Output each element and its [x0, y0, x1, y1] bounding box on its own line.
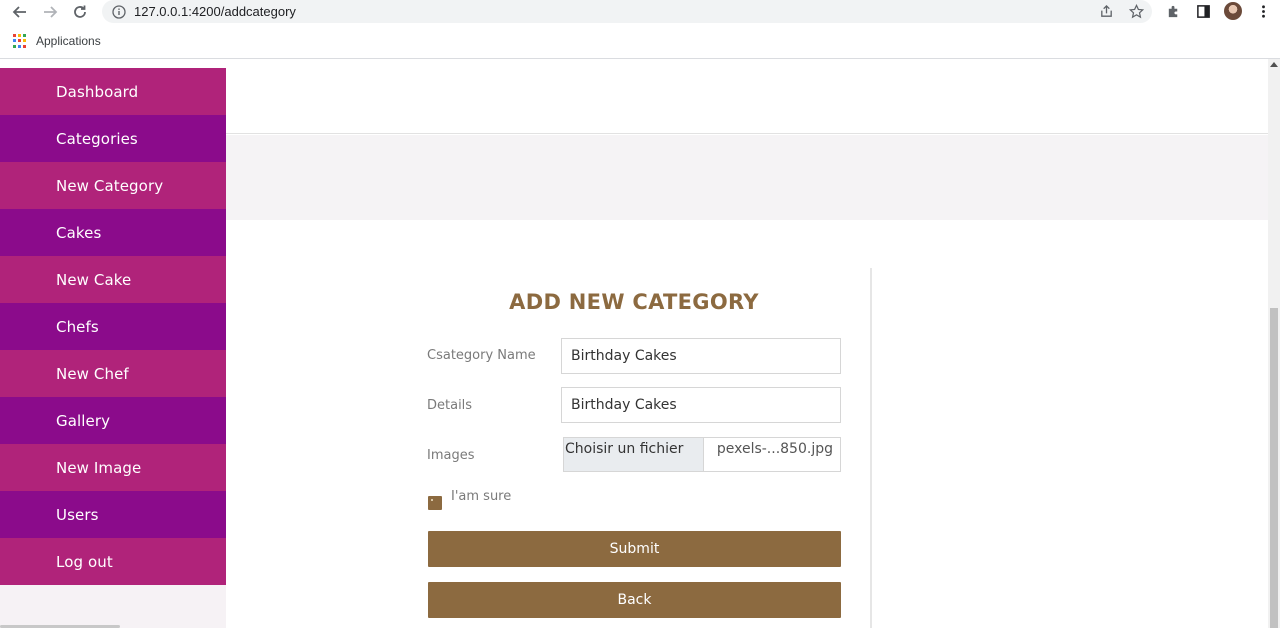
address-bar[interactable]: 127.0.0.1:4200/addcategory: [102, 0, 1152, 23]
sidepanel-icon[interactable]: [1194, 2, 1212, 20]
share-icon[interactable]: [1098, 3, 1114, 19]
bookmarks-bar: Applications: [0, 30, 1280, 52]
scroll-up-arrow-icon[interactable]: [1270, 62, 1278, 67]
more-vertical-icon[interactable]: [1254, 2, 1272, 20]
sidebar-background: [0, 585, 226, 628]
submit-button[interactable]: Submit: [428, 531, 841, 567]
info-icon[interactable]: [112, 4, 126, 19]
confirm-checkbox-label[interactable]: I'am sure: [451, 489, 511, 504]
puzzle-icon[interactable]: [1164, 2, 1182, 20]
images-label: Images: [427, 448, 475, 463]
add-category-form: ADD NEW CATEGORY Csategory Name Birthday…: [409, 268, 872, 628]
choose-file-button[interactable]: Choisir un fichier: [564, 438, 704, 471]
sidebar-item-new-cake[interactable]: New Cake: [0, 256, 226, 303]
sidebar-item-users[interactable]: Users: [0, 491, 226, 538]
sidebar-item-new-category[interactable]: New Category: [0, 162, 226, 209]
arrow-left-icon[interactable]: [10, 2, 30, 22]
sidebar-item-dashboard[interactable]: Dashboard: [0, 68, 226, 115]
avatar[interactable]: [1224, 2, 1242, 20]
sidebar-item-log-out[interactable]: Log out: [0, 538, 226, 585]
sidebar-item-chefs[interactable]: Chefs: [0, 303, 226, 350]
back-button[interactable]: Back: [428, 582, 841, 618]
scroll-thumb[interactable]: [1270, 308, 1278, 628]
sidebar-item-cakes[interactable]: Cakes: [0, 209, 226, 256]
page-scrollbar[interactable]: [1268, 59, 1280, 628]
star-icon[interactable]: [1128, 3, 1144, 19]
apps-grid-icon[interactable]: [13, 34, 27, 48]
url-text[interactable]: 127.0.0.1:4200/addcategory: [134, 4, 296, 19]
details-label: Details: [427, 398, 473, 413]
form-title: ADD NEW CATEGORY: [509, 290, 759, 314]
image-file-input[interactable]: Choisir un fichier pexels-...850.jpg: [563, 437, 841, 472]
sidebar: Dashboard Categories New Category Cakes …: [0, 68, 226, 585]
browser-toolbar: 127.0.0.1:4200/addcategory: [0, 0, 1280, 24]
sidebar-item-gallery[interactable]: Gallery: [0, 397, 226, 444]
reload-icon[interactable]: [70, 2, 90, 22]
sidebar-item-new-chef[interactable]: New Chef: [0, 350, 226, 397]
category-name-input[interactable]: Birthday Cakes: [561, 338, 841, 374]
category-name-label: Csategory Name: [427, 348, 536, 363]
sidebar-item-new-image[interactable]: New Image: [0, 444, 226, 491]
details-input[interactable]: Birthday Cakes: [561, 387, 841, 423]
page-header: [226, 59, 1268, 134]
page-band: [226, 135, 1268, 220]
confirm-checkbox[interactable]: [428, 496, 442, 510]
arrow-right-icon[interactable]: [40, 2, 60, 22]
sidebar-item-categories[interactable]: Categories: [0, 115, 226, 162]
selected-file-name: pexels-...850.jpg: [716, 441, 833, 457]
bookmark-applications[interactable]: Applications: [36, 34, 101, 48]
